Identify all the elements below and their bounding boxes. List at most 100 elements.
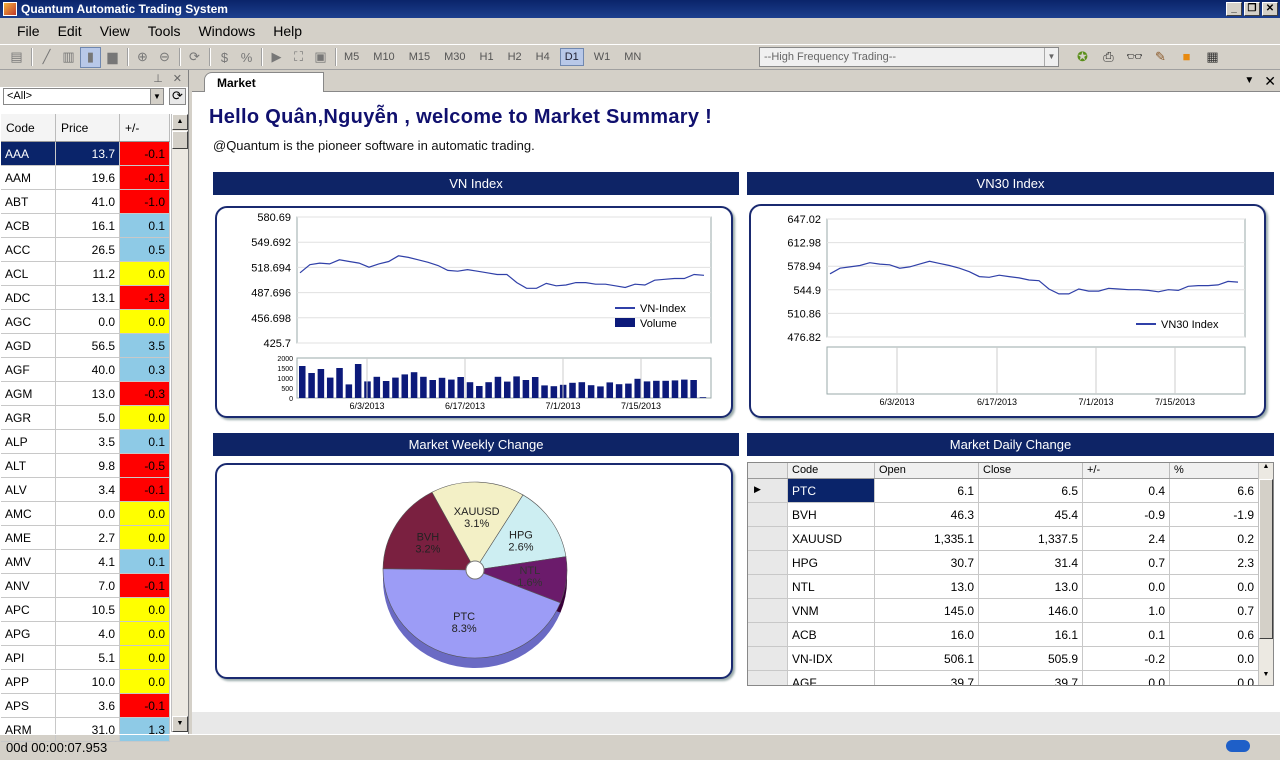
table-row[interactable]: ACL 11.2 0.0 bbox=[1, 262, 170, 286]
layout-icon[interactable]: ▦ bbox=[1202, 46, 1223, 67]
fit-icon[interactable]: ⛶ bbox=[288, 47, 309, 68]
table-row[interactable]: VNM 145.0 146.0 1.0 0.7 bbox=[748, 599, 1273, 623]
histogram-icon[interactable]: ▆ bbox=[102, 47, 123, 68]
table-row[interactable]: AGR 5.0 0.0 bbox=[1, 406, 170, 430]
column-header[interactable]: Code bbox=[788, 463, 875, 478]
scroll-up-icon[interactable]: ▲ bbox=[172, 114, 188, 130]
scroll-thumb[interactable] bbox=[1259, 479, 1273, 639]
glasses-icon[interactable]: 👓︎ bbox=[1124, 46, 1145, 67]
timeframe-m5[interactable]: M5 bbox=[340, 49, 363, 65]
zoom-in-icon[interactable]: ⊕ bbox=[132, 47, 153, 68]
timeframe-m15[interactable]: M15 bbox=[405, 49, 434, 65]
timeframe-h1[interactable]: H1 bbox=[476, 49, 498, 65]
tab-close-icon[interactable]: ✕ bbox=[1264, 73, 1276, 90]
percent-icon[interactable]: % bbox=[236, 47, 257, 68]
brush-icon[interactable]: ✎ bbox=[1150, 46, 1171, 67]
table-row[interactable]: ANV 7.0 -0.1 bbox=[1, 574, 170, 598]
table-row[interactable]: APC 10.5 0.0 bbox=[1, 598, 170, 622]
table-row[interactable]: APS 3.6 -0.1 bbox=[1, 694, 170, 718]
menu-tools[interactable]: Tools bbox=[139, 23, 190, 39]
table-row[interactable]: AAA 13.7 -0.1 bbox=[1, 142, 170, 166]
row-selector[interactable] bbox=[748, 575, 788, 598]
table-row[interactable]: VN-IDX 506.1 505.9 -0.2 0.0 bbox=[748, 647, 1273, 671]
table-row[interactable]: APP 10.0 0.0 bbox=[1, 670, 170, 694]
print-icon[interactable]: ⎙ bbox=[1098, 46, 1119, 67]
table-row[interactable]: AAM 19.6 -0.1 bbox=[1, 166, 170, 190]
table-row[interactable]: ABT 41.0 -1.0 bbox=[1, 190, 170, 214]
scrollbar[interactable]: ▲ ▼ bbox=[171, 114, 188, 732]
menu-windows[interactable]: Windows bbox=[189, 23, 264, 39]
tab-menu-icon[interactable]: ▼ bbox=[1244, 73, 1254, 90]
row-selector[interactable] bbox=[748, 647, 788, 670]
table-row[interactable]: XAUUSD 1,335.1 1,337.5 2.4 0.2 bbox=[748, 527, 1273, 551]
menu-help[interactable]: Help bbox=[264, 23, 311, 39]
timeframe-h4[interactable]: H4 bbox=[532, 49, 554, 65]
line-chart-icon[interactable]: ╱ bbox=[36, 47, 57, 68]
column-header[interactable]: Price bbox=[56, 114, 120, 141]
table-row[interactable]: ACB 16.1 0.1 bbox=[1, 214, 170, 238]
strategy-select[interactable]: --High Frequency Trading-- ▼ bbox=[759, 47, 1059, 67]
bookmark-icon[interactable]: ■ bbox=[1176, 46, 1197, 67]
star-add-icon[interactable]: ✪ bbox=[1072, 46, 1093, 67]
column-header[interactable]: +/- bbox=[1083, 463, 1170, 478]
table-row[interactable]: AGM 13.0 -0.3 bbox=[1, 382, 170, 406]
table-row[interactable]: AMC 0.0 0.0 bbox=[1, 502, 170, 526]
row-selector[interactable] bbox=[748, 551, 788, 574]
menu-edit[interactable]: Edit bbox=[49, 23, 91, 39]
column-header[interactable]: Close bbox=[979, 463, 1083, 478]
table-row[interactable]: ALP 3.5 0.1 bbox=[1, 430, 170, 454]
scroll-down-icon[interactable]: ▼ bbox=[172, 716, 188, 732]
zoom-out-icon[interactable]: ⊖ bbox=[154, 47, 175, 68]
timeframe-m10[interactable]: M10 bbox=[369, 49, 398, 65]
row-selector[interactable] bbox=[748, 623, 788, 646]
column-header[interactable]: Open bbox=[875, 463, 979, 478]
column-header[interactable]: % bbox=[1170, 463, 1259, 478]
table-row[interactable]: ACB 16.0 16.1 0.1 0.6 bbox=[748, 623, 1273, 647]
new-icon[interactable]: ▤ bbox=[6, 47, 27, 68]
table-row[interactable]: ▶ PTC 6.1 6.5 0.4 6.6 bbox=[748, 479, 1273, 503]
tab-market-summary[interactable]: Market summary bbox=[204, 72, 324, 104]
pin-icon[interactable]: ⊥ bbox=[153, 72, 163, 85]
scroll-up-icon[interactable]: ▲ bbox=[1259, 463, 1273, 477]
bar-chart-icon[interactable]: ▥ bbox=[58, 47, 79, 68]
scrollbar[interactable]: ▲ ▼ bbox=[1258, 463, 1273, 685]
table-row[interactable]: ACC 26.5 0.5 bbox=[1, 238, 170, 262]
column-header[interactable]: Code bbox=[1, 114, 56, 141]
row-selector[interactable] bbox=[748, 599, 788, 622]
table-row[interactable]: ALT 9.8 -0.5 bbox=[1, 454, 170, 478]
row-selector[interactable] bbox=[748, 527, 788, 550]
table-row[interactable]: APG 4.0 0.0 bbox=[1, 622, 170, 646]
table-row[interactable]: AGF 39.7 39.7 0.0 0.0 bbox=[748, 671, 1273, 685]
image-icon[interactable]: ▣ bbox=[310, 47, 331, 68]
timeframe-mn[interactable]: MN bbox=[620, 49, 645, 65]
table-row[interactable]: AMV 4.1 0.1 bbox=[1, 550, 170, 574]
table-row[interactable]: AGD 56.5 3.5 bbox=[1, 334, 170, 358]
table-row[interactable]: ADC 13.1 -1.3 bbox=[1, 286, 170, 310]
column-header[interactable]: +/- bbox=[120, 114, 170, 141]
row-selector[interactable] bbox=[748, 671, 788, 685]
refresh-icon[interactable]: ⟳ bbox=[184, 47, 205, 68]
restore-button[interactable]: ❐ bbox=[1244, 2, 1260, 16]
table-row[interactable]: HPG 30.7 31.4 0.7 2.3 bbox=[748, 551, 1273, 575]
menu-view[interactable]: View bbox=[91, 23, 139, 39]
table-row[interactable]: ALV 3.4 -0.1 bbox=[1, 478, 170, 502]
play-icon[interactable]: ▶ bbox=[266, 47, 287, 68]
timeframe-h2[interactable]: H2 bbox=[504, 49, 526, 65]
filter-select[interactable]: <All> ▼ bbox=[3, 88, 164, 105]
table-row[interactable]: NTL 13.0 13.0 0.0 0.0 bbox=[748, 575, 1273, 599]
scroll-thumb[interactable] bbox=[172, 131, 188, 149]
candlestick-icon[interactable]: ▮ bbox=[80, 46, 101, 68]
table-row[interactable]: AME 2.7 0.0 bbox=[1, 526, 170, 550]
scroll-down-icon[interactable]: ▼ bbox=[1259, 671, 1273, 685]
timeframe-d1[interactable]: D1 bbox=[559, 48, 584, 66]
menu-file[interactable]: File bbox=[8, 23, 49, 39]
table-row[interactable]: AGC 0.0 0.0 bbox=[1, 310, 170, 334]
panel-close-icon[interactable]: ✕ bbox=[173, 72, 182, 85]
row-selector[interactable] bbox=[748, 503, 788, 526]
timeframe-m30[interactable]: M30 bbox=[440, 49, 469, 65]
close-button[interactable]: ✕ bbox=[1262, 2, 1278, 16]
row-selector[interactable]: ▶ bbox=[748, 479, 788, 502]
table-row[interactable]: BVH 46.3 45.4 -0.9 -1.9 bbox=[748, 503, 1273, 527]
timeframe-w1[interactable]: W1 bbox=[590, 49, 615, 65]
refresh-button[interactable]: ⟳ bbox=[169, 88, 186, 105]
